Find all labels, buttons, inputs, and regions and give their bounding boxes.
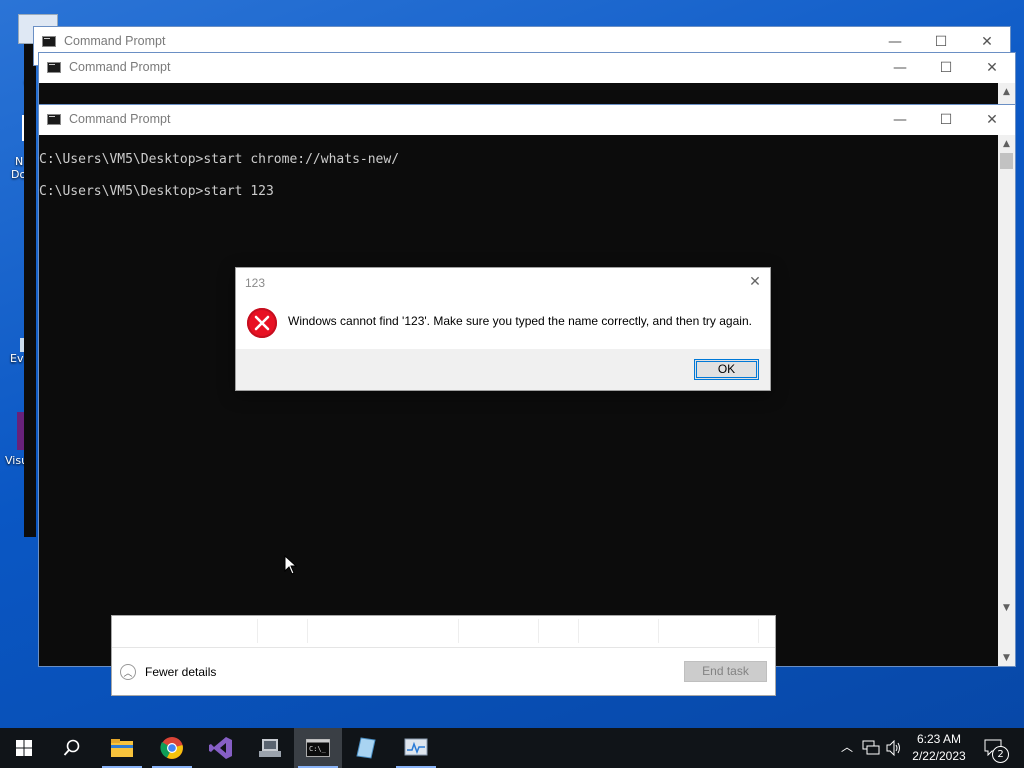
task-manager-icon [404,738,428,756]
column-divider [578,619,579,643]
column-divider [758,619,759,643]
titlebar[interactable]: Command Prompt — ☐ ✕ [39,105,1015,135]
network-app-icon [259,739,281,757]
window-title: Command Prompt [69,112,171,126]
console-area[interactable]: C:\Users\VM5\Desktop>start chrome://what… [39,135,998,666]
taskbar: C:\_ ︿ 6:23 AM 2/22/2023 2 [0,728,1024,768]
search-icon [63,739,80,756]
dialog-title: 123 [245,276,266,290]
dialog-close-button[interactable]: ✕ [740,268,770,296]
cmd-window-middle[interactable]: Command Prompt — ☐ ✕ ▲ [38,52,1016,108]
vertical-scrollbar[interactable]: ▲ ▼ ▼ [998,135,1015,666]
cmd-icon [47,114,61,125]
scroll-up-icon[interactable]: ▲ [998,83,1015,100]
visual-studio-icon [209,737,232,759]
maximize-button[interactable]: ☐ [923,53,969,83]
column-divider [538,619,539,643]
error-dialog[interactable]: 123 ✕ Windows cannot find '123'. Make su… [235,267,771,391]
minimize-button[interactable]: — [877,53,923,83]
minimize-button[interactable]: — [877,105,923,135]
column-divider [658,619,659,643]
scroll-down-icon[interactable]: ▼ [998,599,1015,616]
window-title: Command Prompt [64,34,166,48]
taskbar-file-explorer[interactable] [98,728,146,768]
notification-count-badge: 2 [992,746,1009,763]
cmd-icon [47,62,61,73]
scrollbar-thumb[interactable] [1000,153,1013,169]
titlebar[interactable]: Command Prompt — ☐ ✕ [39,53,1015,83]
network-icon[interactable] [862,740,880,756]
chevron-up-icon: ︿ [120,664,136,680]
show-hidden-icons-button[interactable]: ︿ [838,738,856,758]
clock-time: 6:23 AM [916,732,962,746]
column-divider [307,619,308,643]
taskbar-visual-studio[interactable] [197,728,245,768]
column-divider [458,619,459,643]
close-button[interactable]: ✕ [969,53,1015,83]
taskbar-command-prompt[interactable]: C:\_ [294,728,342,768]
mouse-cursor-icon [284,555,298,575]
end-task-button[interactable]: End task [684,661,767,682]
svg-text:C:\_: C:\_ [309,745,327,753]
taskbar-chrome[interactable] [148,728,196,768]
file-explorer-icon [111,739,133,757]
clock-button[interactable]: 6:23 AM 2/22/2023 [906,731,972,765]
start-icon [16,740,32,756]
dialog-footer: OK [236,349,770,390]
taskbar-notepad[interactable] [343,728,391,768]
maximize-button[interactable]: ☐ [923,105,969,135]
fewer-details-button[interactable]: ︿ Fewer details [120,662,216,682]
clock-date: 2/22/2023 [912,749,966,763]
console-line: C:\Users\VM5\Desktop>start chrome://what… [39,152,400,167]
chevron-up-icon: ︿ [840,740,853,754]
cmd-icon [42,36,56,47]
ok-button[interactable]: OK [694,359,759,380]
window-title: Command Prompt [69,60,171,74]
column-divider [257,619,258,643]
search-button[interactable] [48,728,96,768]
process-list-row[interactable] [112,616,775,648]
background-console-strip [24,44,36,537]
error-icon [247,308,277,338]
close-button[interactable]: ✕ [969,105,1015,135]
chrome-icon [160,737,183,759]
volume-icon[interactable] [885,740,903,756]
start-button[interactable] [0,728,48,768]
notepad-icon [356,737,376,759]
scroll-down-icon[interactable]: ▼ [998,649,1015,666]
action-center-button[interactable]: 2 [976,728,1024,768]
taskbar-network-app[interactable] [246,728,294,768]
scroll-up-icon[interactable]: ▲ [998,135,1015,152]
task-manager-window[interactable]: ︿ Fewer details End task [111,615,776,696]
taskbar-task-manager[interactable] [392,728,440,768]
fewer-details-label: Fewer details [145,665,217,679]
console-line: C:\Users\VM5\Desktop>start 123 [39,184,274,199]
command-prompt-icon: C:\_ [306,739,330,757]
dialog-message: Windows cannot find '123'. Make sure you… [288,314,752,328]
